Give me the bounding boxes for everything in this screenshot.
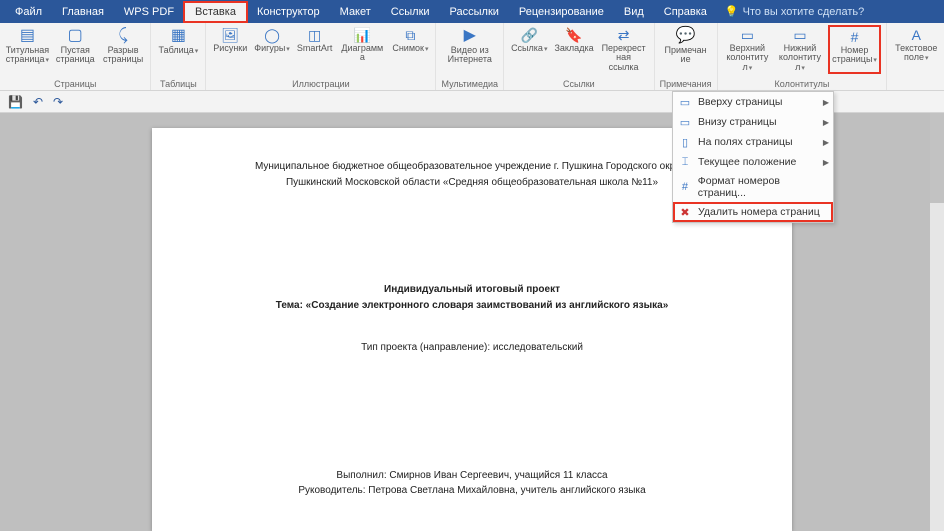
menu-format-numbers[interactable]: #Формат номеров страниц... [673, 172, 833, 202]
menu-remove-numbers[interactable]: ✖Удалить номера страниц [673, 202, 833, 222]
footer-icon: ▭ [792, 27, 808, 43]
pictures-icon: 🖼 [222, 27, 238, 43]
vertical-scrollbar[interactable] [930, 113, 944, 531]
footer-button[interactable]: ▭Нижний колонтитул [775, 25, 825, 74]
remove-icon: ✖ [677, 205, 693, 219]
online-video-button[interactable]: ▶Видео из Интернета [445, 25, 495, 67]
screenshot-button[interactable]: ⧉Снимок [390, 25, 430, 65]
table-icon: ▦ [168, 27, 188, 45]
smartart-button[interactable]: ◫SmartArt [295, 25, 335, 65]
doc-header-line1: Муниципальное бюджетное общеобразователь… [202, 160, 742, 174]
group-tables: ▦Таблица Таблицы [151, 23, 206, 90]
header-button[interactable]: ▭Верхний колонтитул [723, 25, 773, 74]
tell-me-search[interactable]: 💡Что вы хотите сделать? [725, 5, 864, 18]
group-label-headfoot: Колонтитулы [775, 79, 830, 89]
doc-title: Индивидуальный итоговый проект [202, 283, 742, 297]
tab-layout[interactable]: Макет [330, 3, 381, 21]
group-pages: ▤Титульная страница ▢Пустая страница ⤹Ра… [0, 23, 151, 90]
link-button[interactable]: 🔗Ссылка [509, 25, 549, 74]
tab-design[interactable]: Конструктор [247, 3, 330, 21]
bulb-icon: 💡 [725, 5, 739, 18]
group-label-illus: Иллюстрации [292, 79, 350, 89]
tab-review[interactable]: Рецензирование [509, 3, 614, 21]
smartart-icon: ◫ [307, 27, 323, 43]
page-break-icon: ⤹ [113, 27, 133, 45]
page-break-button[interactable]: ⤹Разрыв страницы [101, 25, 146, 67]
cover-page-icon: ▤ [17, 27, 37, 45]
textbox-button[interactable]: AТекстовое поле [892, 25, 940, 65]
ribbon: ▤Титульная страница ▢Пустая страница ⤹Ра… [0, 23, 944, 91]
group-text: AТекстовое поле ▣Экспресс-блоки 𝐀WordArt… [887, 23, 944, 90]
comment-icon: 💬 [676, 27, 696, 45]
menu-page-margins[interactable]: ▯На полях страницы▶ [673, 132, 833, 152]
shapes-button[interactable]: ◯Фигуры [252, 25, 292, 65]
group-media: ▶Видео из Интернета Мультимедиа [436, 23, 504, 90]
tab-file[interactable]: Файл [5, 3, 52, 21]
tab-insert[interactable]: Вставка [183, 1, 248, 23]
group-label-tables: Таблицы [160, 79, 197, 89]
menu-bottom-of-page[interactable]: ▭Внизу страницы▶ [673, 112, 833, 132]
link-icon: 🔗 [521, 27, 537, 43]
tab-bar: Файл Главная WPS PDF Вставка Конструктор… [0, 0, 944, 23]
screenshot-icon: ⧉ [402, 27, 418, 43]
format-icon: # [677, 180, 693, 194]
table-button[interactable]: ▦Таблица [156, 25, 200, 57]
chevron-right-icon: ▶ [823, 158, 829, 167]
group-label-links: Ссылки [563, 79, 595, 89]
blank-page-icon: ▢ [65, 27, 85, 45]
chevron-right-icon: ▶ [823, 138, 829, 147]
header-icon: ▭ [739, 27, 755, 43]
tab-references[interactable]: Ссылки [381, 3, 440, 21]
tab-home[interactable]: Главная [52, 3, 114, 21]
doc-supervisor: Руководитель: Петрова Светлана Михайловн… [202, 484, 742, 498]
blank-page-button[interactable]: ▢Пустая страница [53, 25, 98, 67]
group-comments: 💬Примечание Примечания [655, 23, 718, 90]
textbox-icon: A [908, 27, 924, 43]
shapes-icon: ◯ [264, 27, 280, 43]
page-margins-icon: ▯ [677, 135, 693, 149]
chart-icon: 📊 [354, 27, 370, 43]
doc-author: Выполнил: Смирнов Иван Сергеевич, учащий… [202, 469, 742, 483]
pictures-button[interactable]: 🖼Рисунки [211, 25, 249, 65]
page-number-menu: ▭Вверху страницы▶ ▭Внизу страницы▶ ▯На п… [672, 91, 834, 223]
chevron-right-icon: ▶ [823, 98, 829, 107]
group-headerfooter: ▭Верхний колонтитул ▭Нижний колонтитул #… [718, 23, 888, 90]
page-top-icon: ▭ [677, 95, 693, 109]
crossref-button[interactable]: ⇄Перекрестная ссылка [599, 25, 649, 74]
save-button[interactable]: 💾 [8, 95, 23, 109]
group-links: 🔗Ссылка 🔖Закладка ⇄Перекрестная ссылка С… [504, 23, 655, 90]
doc-header-line2: Пушкинский Московской области «Средняя о… [202, 176, 742, 190]
menu-top-of-page[interactable]: ▭Вверху страницы▶ [673, 92, 833, 112]
chevron-right-icon: ▶ [823, 118, 829, 127]
page-number-icon: # [847, 29, 863, 45]
group-label-comments: Примечания [660, 79, 712, 89]
menu-current-position[interactable]: ⌶Текущее положение▶ [673, 152, 833, 172]
tab-help[interactable]: Справка [654, 3, 717, 21]
cover-page-button[interactable]: ▤Титульная страница [5, 25, 50, 67]
doc-topic: Тема: «Создание электронного словаря заи… [202, 299, 742, 313]
crossref-icon: ⇄ [616, 27, 632, 43]
group-label-pages: Страницы [54, 79, 96, 89]
tab-view[interactable]: Вид [614, 3, 654, 21]
current-pos-icon: ⌶ [677, 155, 693, 169]
redo-button[interactable]: ↷ [53, 95, 63, 109]
group-illustrations: 🖼Рисунки ◯Фигуры ◫SmartArt 📊Диаграмма ⧉С… [206, 23, 436, 90]
page-number-button[interactable]: #Номер страницы [828, 25, 882, 74]
tab-mailings[interactable]: Рассылки [440, 3, 509, 21]
group-label-media: Мультимедиа [441, 79, 498, 89]
doc-type: Тип проекта (направление): исследователь… [202, 341, 742, 355]
tab-wps[interactable]: WPS PDF [114, 3, 184, 21]
bookmark-button[interactable]: 🔖Закладка [552, 25, 595, 74]
video-icon: ▶ [460, 27, 480, 45]
comment-button[interactable]: 💬Примечание [661, 25, 711, 67]
scrollbar-thumb[interactable] [930, 113, 944, 203]
page-bottom-icon: ▭ [677, 115, 693, 129]
undo-button[interactable]: ↶ [33, 95, 43, 109]
chart-button[interactable]: 📊Диаграмма [337, 25, 387, 65]
bookmark-icon: 🔖 [566, 27, 582, 43]
